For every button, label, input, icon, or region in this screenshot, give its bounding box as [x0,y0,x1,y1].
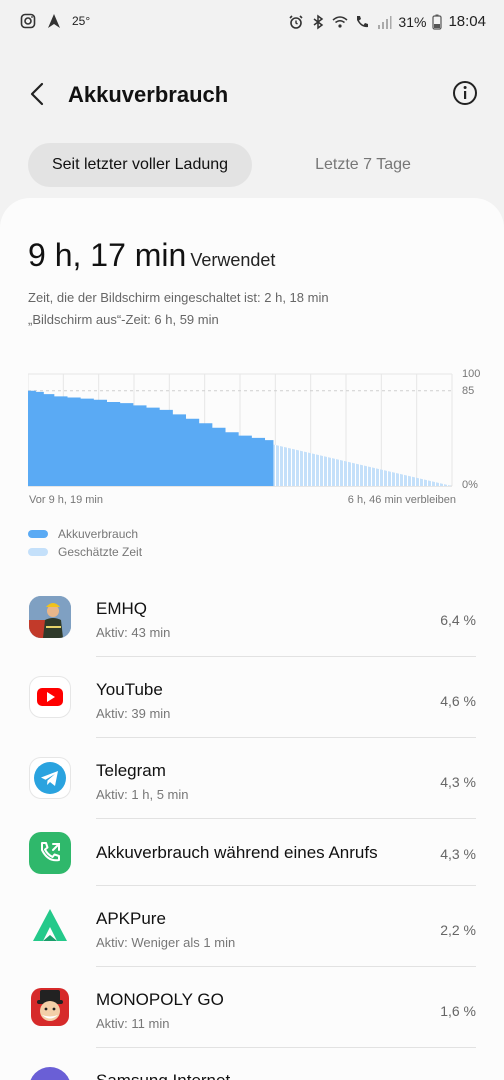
app-percent: 1,6 % [440,1003,476,1019]
period-tabs: Seit letzter voller Ladung Letzte 7 Tage [28,143,476,187]
app-active-time: Aktiv: 39 min [96,706,171,721]
x-end-label: 6 h, 46 min verbleiben [347,494,456,506]
app-row-samsung-internet[interactable]: Samsung Internet [0,1048,504,1080]
info-button[interactable] [452,80,478,106]
back-arrow-icon [30,82,44,106]
app-row-emhq[interactable]: EMHQ Aktiv: 43 min 6,4 % [0,576,504,657]
app-row-call[interactable]: Akkuverbrauch während eines Anrufs 4,3 % [0,819,504,886]
app-row-telegram[interactable]: Telegram Aktiv: 1 h, 5 min 4,3 % [0,738,504,819]
clock: 18:04 [448,13,486,30]
legend-label-usage: Akkuverbrauch [58,527,139,541]
app-name: YouTube [96,680,163,699]
youtube-icon [29,676,71,718]
usage-total: 9 h, 17 min Verwendet [28,237,275,274]
app-active-time: Aktiv: 1 h, 5 min [96,787,189,802]
app-name: Telegram [96,761,166,780]
app-row-youtube[interactable]: YouTube Aktiv: 39 min 4,6 % [0,657,504,738]
signal-icon [378,15,392,29]
legend-swatch-usage [28,530,48,538]
alarm-icon [289,14,303,29]
tab-since-last-charge[interactable]: Seit letzter voller Ladung [28,143,252,187]
wifi-call-icon [332,15,348,28]
app-active-time: Aktiv: 11 min [96,1016,170,1031]
info-icon [453,81,477,105]
y-tick-0: 0% [462,479,478,491]
usage-total-value: 9 h, 17 min [28,237,187,273]
app-percent: 6,4 % [440,612,476,628]
emhq-firefighter-icon [29,596,71,638]
volte-call-icon [357,15,369,27]
y-tick-100: 100 [462,368,481,380]
monopoly-go-icon [29,986,71,1028]
app-percent: 4,3 % [440,846,476,862]
battery-percent: 31% [398,13,427,30]
legend-item-estimate: Geschätzte Zeit [28,543,142,561]
phone-call-icon [29,832,71,874]
app-row-apkpure[interactable]: APKPure Aktiv: Weniger als 1 min 2,2 % [0,886,504,967]
app-header: Akkuverbrauch [0,68,504,120]
tab-last-7-days[interactable]: Letzte 7 Tage [278,143,448,187]
navigation-arrow-icon [48,14,60,28]
instagram-icon [20,13,36,29]
app-name: Samsung Internet [96,1071,230,1080]
legend-item-usage: Akkuverbrauch [28,525,142,543]
samsung-internet-icon [29,1067,71,1080]
chart-legend: Akkuverbrauch Geschätzte Zeit [28,525,142,561]
battery-icon [432,14,443,30]
app-active-time: Aktiv: Weniger als 1 min [96,935,236,950]
app-row-monopoly-go[interactable]: MONOPOLY GO Aktiv: 11 min 1,6 % [0,967,504,1048]
app-percent: 4,3 % [440,774,476,790]
app-percent: 2,2 % [440,922,476,938]
back-button[interactable] [22,78,54,110]
status-right: 31% 18:04 [288,13,486,30]
app-percent: 4,6 % [440,693,476,709]
app-name: EMHQ [96,599,147,618]
screen-off-time: „Bildschirm aus“-Zeit: 6 h, 59 min [28,312,219,327]
y-tick-85: 85 [462,385,475,397]
page-title: Akkuverbrauch [68,82,229,107]
app-name: APKPure [96,909,166,928]
app-active-time: Aktiv: 43 min [96,625,171,640]
legend-swatch-estimate [28,548,48,556]
legend-label-estimate: Geschätzte Zeit [58,545,143,559]
temperature: 25° [72,14,91,28]
app-name: Akkuverbrauch während eines Anrufs [96,843,378,862]
app-name: MONOPOLY GO [96,990,224,1009]
x-start-label: Vor 9 h, 19 min [29,494,103,506]
telegram-icon [29,757,71,799]
status-left: 25° [20,13,90,29]
usage-total-label: Verwendet [190,250,276,270]
area-series-usage [28,390,274,486]
bluetooth-icon [313,14,324,29]
app-usage-list: EMHQ Aktiv: 43 min 6,4 % YouTube Aktiv: … [0,576,504,1080]
screen-on-time: Zeit, die der Bildschirm eingeschaltet i… [28,290,329,305]
apkpure-icon [29,905,71,947]
area-series-estimate [273,444,452,486]
status-bar: 25° 31% 18:04 [0,0,504,44]
